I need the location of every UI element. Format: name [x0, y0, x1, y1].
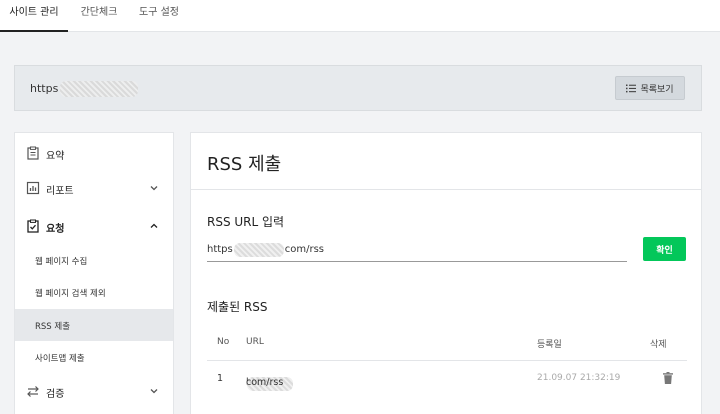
- sidebar-subitem-label: 웹 페이지 수집: [35, 257, 88, 267]
- chevron-down-icon: [150, 186, 158, 191]
- chevron-down-icon: [150, 389, 158, 394]
- clipboard-icon: [27, 146, 39, 160]
- list-view-label: 목록보기: [640, 84, 674, 95]
- sidebar-subitem-label: RSS 제출: [35, 322, 71, 332]
- side-navigation: 요약 리포트 요청 웹 페이지 수집 웹 페이지 검색 제외 RSS 제출 사이…: [14, 132, 174, 414]
- sidebar-item-label: 검증: [46, 389, 65, 400]
- site-url: https: [30, 81, 139, 97]
- swap-icon: [27, 386, 39, 397]
- top-navigation: 사이트 관리 간단체크 도구 설정: [0, 0, 720, 32]
- column-header-delete: 삭제: [650, 340, 667, 350]
- input-prefix: https: [207, 244, 233, 255]
- chevron-up-icon: [150, 223, 158, 228]
- sidebar-item-report[interactable]: 리포트: [15, 171, 173, 205]
- page-title: RSS 제출: [207, 154, 282, 175]
- tab-tool-settings[interactable]: 도구 설정: [130, 0, 188, 32]
- confirm-button[interactable]: 확인: [643, 237, 686, 261]
- table-row: 1 httpscom/rss 21.09.07 21:32:19: [207, 369, 687, 397]
- redacted-domain: [233, 242, 284, 257]
- sidebar-item-verify[interactable]: 검증: [15, 374, 173, 408]
- chart-icon: [26, 181, 40, 195]
- site-url-prefix: https: [30, 82, 59, 95]
- main-panel: RSS 제출 RSS URL 입력 https com/rss 확인 제출된 RS…: [190, 132, 702, 414]
- sidebar-item-label: 리포트: [46, 186, 74, 197]
- rss-url-label: RSS URL 입력: [207, 215, 285, 229]
- sidebar-subitem-page-collect[interactable]: 웹 페이지 수집: [15, 244, 173, 276]
- sidebar-item-summary[interactable]: 요약: [15, 136, 173, 170]
- list-view-button[interactable]: 목록보기: [615, 76, 685, 100]
- row-number: 1: [217, 373, 224, 384]
- row-date: 21.09.07 21:32:19: [537, 373, 621, 383]
- redacted-domain: [60, 81, 139, 97]
- list-icon: [626, 84, 637, 92]
- site-bar: https 목록보기: [14, 65, 702, 111]
- column-header-no: No: [217, 337, 230, 347]
- divider: [191, 189, 701, 190]
- submitted-rss-title: 제출된 RSS: [207, 300, 268, 314]
- row-url-suffix: com/rss: [246, 377, 284, 388]
- input-suffix: com/rss: [284, 244, 325, 255]
- checklist-icon: [27, 219, 39, 233]
- column-header-date: 등록일: [537, 340, 562, 350]
- trash-icon[interactable]: [661, 371, 675, 385]
- sidebar-item-label: 요청: [46, 224, 65, 235]
- sidebar-subitem-page-exclude[interactable]: 웹 페이지 검색 제외: [15, 276, 173, 308]
- table-header: No URL 등록일 삭제: [207, 333, 687, 361]
- sidebar-item-request[interactable]: 요청: [15, 209, 173, 243]
- sidebar-item-label: 요약: [46, 151, 65, 162]
- sidebar-subitem-rss-submit[interactable]: RSS 제출: [15, 309, 173, 341]
- column-header-url: URL: [246, 337, 264, 347]
- sidebar-subitem-sitemap-submit[interactable]: 사이트맵 제출: [15, 341, 173, 373]
- tab-quick-check[interactable]: 간단체크: [68, 0, 130, 32]
- sidebar-subitem-label: 사이트맵 제출: [35, 354, 85, 364]
- sidebar-subitem-label: 웹 페이지 검색 제외: [35, 289, 106, 299]
- rss-url-input[interactable]: https com/rss: [207, 238, 627, 262]
- tab-site-management[interactable]: 사이트 관리: [0, 0, 68, 32]
